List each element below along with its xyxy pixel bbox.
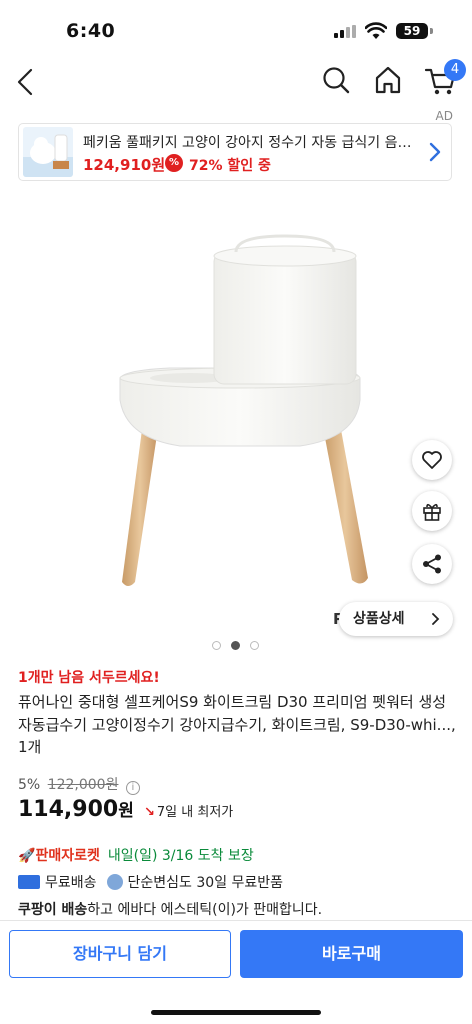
add-to-cart-button[interactable]: 장바구니 담기 — [9, 930, 231, 978]
stock-warning: 1개만 남음 서두르세요! — [18, 670, 160, 686]
chevron-right-icon — [429, 142, 441, 162]
status-time: 6:40 — [66, 20, 116, 42]
pagination-dot[interactable] — [250, 641, 259, 650]
home-icon[interactable] — [372, 64, 404, 96]
share-button[interactable] — [412, 544, 452, 584]
product-detail-label: 상품상세 — [353, 611, 405, 627]
share-icon — [423, 554, 441, 574]
ad-thumbnail — [23, 127, 73, 177]
signal-icon — [334, 25, 356, 38]
gift-button[interactable] — [412, 491, 452, 531]
ad-price: 124,910원 — [83, 156, 166, 174]
seller-text: 하고 에바다 에스테틱(이)가 판매합니다. — [87, 902, 323, 918]
shipping-row: 무료배송 단순변심도 30일 무료반품 — [18, 872, 283, 892]
heart-icon — [422, 451, 442, 469]
lowest-price-badge: ↘ 7일 내 최저가 — [144, 801, 233, 820]
back-icon[interactable] — [10, 64, 42, 100]
wishlist-button[interactable] — [412, 440, 452, 480]
cart-count-badge: 4 — [444, 59, 466, 81]
chevron-right-icon — [432, 613, 440, 625]
free-return: 단순변심도 30일 무료반품 — [127, 875, 284, 891]
battery-icon: 59 — [396, 23, 428, 39]
sale-price-value: 114,900 — [18, 797, 119, 822]
price-unit: 원 — [118, 801, 134, 821]
delivery-date: 내일(일) 3/16 도착 보장 — [107, 848, 254, 864]
original-price: 122,000원 — [47, 777, 119, 793]
image-pagination — [212, 641, 262, 651]
seller-delivery: 쿠팡이 배송 — [18, 902, 88, 918]
search-icon[interactable] — [320, 64, 352, 96]
nav-bar — [0, 56, 472, 108]
wifi-icon — [365, 22, 387, 39]
product-photo — [119, 234, 368, 586]
truck-icon — [18, 875, 40, 889]
sale-price: 114,900원 — [18, 796, 134, 822]
bottom-action-bar: 장바구니 담기 바로구매 — [0, 920, 472, 1024]
product-image[interactable] — [0, 210, 472, 630]
pagination-dot-active[interactable] — [231, 641, 240, 650]
buy-now-button[interactable]: 바로구매 — [240, 930, 463, 978]
discount-row: 5% 122,000원 i — [18, 774, 140, 795]
lowest-price-text: 7일 내 최저가 — [156, 805, 234, 820]
pagination-dot[interactable] — [212, 641, 221, 650]
return-icon — [106, 874, 123, 890]
battery-tip — [430, 28, 433, 34]
info-icon[interactable]: i — [125, 781, 140, 795]
ad-banner[interactable]: 페키움 풀패키지 고양이 강아지 정수기 자동 급식기 음수대 세트 124,9… — [18, 123, 452, 181]
home-indicator[interactable] — [151, 1010, 321, 1015]
ad-label: AD — [435, 109, 453, 123]
ad-discount: 72% 할인 중 — [189, 158, 271, 174]
down-arrow-icon: ↘ — [144, 805, 155, 820]
discount-rate: 5% — [18, 777, 41, 793]
gift-icon — [423, 503, 441, 521]
rocket-delivery-row: 🚀판매자로켓 내일(일) 3/16 도착 보장 — [18, 845, 254, 865]
rocket-icon: 🚀 — [18, 848, 36, 864]
discount-icon: % — [165, 154, 183, 172]
free-shipping: 무료배송 — [45, 875, 97, 891]
seller-info: 쿠팡이 배송하고 에바다 에스테틱(이)가 판매합니다. — [18, 899, 322, 919]
product-title: 퓨어나인 중대형 셀프케어S9 화이트크림 D30 프리미엄 펫워터 생성 자동… — [18, 693, 456, 756]
ad-title: 페키움 풀패키지 고양이 강아지 정수기 자동 급식기 음수대 세트 — [83, 135, 419, 151]
rocket-label: 판매자로켓 — [35, 848, 100, 864]
product-detail-button[interactable]: 상품상세 — [339, 602, 453, 636]
status-bar: 6:40 59 — [0, 0, 472, 56]
